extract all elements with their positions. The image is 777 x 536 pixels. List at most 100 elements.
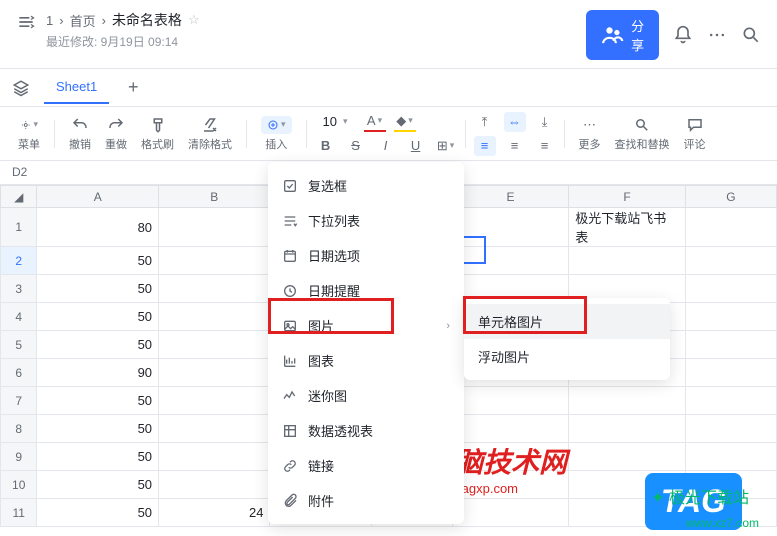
floating-image-option[interactable]: 浮动图片 bbox=[464, 339, 670, 374]
search-icon[interactable] bbox=[741, 25, 761, 45]
crumb-item[interactable]: 1 bbox=[46, 13, 53, 28]
share-button[interactable]: 分享 bbox=[586, 10, 659, 60]
cell[interactable] bbox=[685, 303, 776, 331]
cell[interactable] bbox=[159, 331, 270, 359]
cell[interactable] bbox=[685, 499, 776, 527]
cell[interactable]: 50 bbox=[37, 387, 159, 415]
cell[interactable] bbox=[159, 387, 270, 415]
row-header[interactable]: 6 bbox=[1, 359, 37, 387]
cell[interactable] bbox=[685, 331, 776, 359]
hamburger-icon[interactable] bbox=[16, 12, 36, 32]
insert-date-option[interactable]: 日期选项 bbox=[268, 238, 464, 273]
row-header[interactable]: 9 bbox=[1, 443, 37, 471]
font-color-button[interactable]: A▾ bbox=[364, 112, 386, 132]
align-center-button[interactable]: ≡ bbox=[504, 136, 526, 156]
cell[interactable] bbox=[685, 275, 776, 303]
cell[interactable]: 80 bbox=[37, 208, 159, 247]
cell[interactable] bbox=[685, 247, 776, 275]
row-header[interactable]: 8 bbox=[1, 415, 37, 443]
col-header[interactable]: B bbox=[159, 186, 270, 208]
cell[interactable] bbox=[452, 443, 569, 471]
select-all-corner[interactable]: ◢ bbox=[1, 186, 37, 208]
cell[interactable] bbox=[159, 471, 270, 499]
row-header[interactable]: 11 bbox=[1, 499, 37, 527]
valign-middle-button[interactable]: ⇔ bbox=[504, 112, 526, 132]
cell[interactable] bbox=[159, 415, 270, 443]
fill-color-button[interactable]: ◆▾ bbox=[394, 112, 416, 132]
cell[interactable] bbox=[685, 208, 776, 247]
insert-dropdown-list[interactable]: 下拉列表 bbox=[268, 203, 464, 238]
cell[interactable]: 极光下载站飞书表 bbox=[569, 208, 686, 247]
cell[interactable]: 50 bbox=[37, 471, 159, 499]
comments-button[interactable]: 评论 bbox=[678, 116, 712, 152]
cell[interactable] bbox=[569, 387, 686, 415]
bell-icon[interactable] bbox=[673, 25, 693, 45]
col-header[interactable]: A bbox=[37, 186, 159, 208]
cell[interactable]: 50 bbox=[37, 443, 159, 471]
breadcrumb[interactable]: 1 › 首页 › 未命名表格 ☆ bbox=[46, 10, 586, 30]
cell[interactable]: 50 bbox=[37, 247, 159, 275]
cell[interactable]: 50 bbox=[37, 415, 159, 443]
more-button[interactable]: ⋯ 更多 bbox=[573, 116, 607, 152]
cell[interactable] bbox=[685, 415, 776, 443]
cell[interactable] bbox=[452, 415, 569, 443]
valign-bottom-button[interactable]: ⤓ bbox=[534, 112, 556, 132]
border-button[interactable]: ⊞▾ bbox=[435, 136, 457, 156]
cell[interactable] bbox=[569, 247, 686, 275]
layers-icon[interactable] bbox=[12, 79, 30, 97]
italic-button[interactable]: I bbox=[375, 136, 397, 156]
col-header[interactable]: F bbox=[569, 186, 686, 208]
row-header[interactable]: 3 bbox=[1, 275, 37, 303]
cell[interactable] bbox=[159, 247, 270, 275]
underline-button[interactable]: U bbox=[405, 136, 427, 156]
cell[interactable]: 50 bbox=[37, 275, 159, 303]
cell[interactable] bbox=[685, 359, 776, 387]
cell[interactable] bbox=[159, 443, 270, 471]
star-icon[interactable]: ☆ bbox=[188, 12, 200, 28]
insert-sparkline[interactable]: 迷你图 bbox=[268, 378, 464, 413]
cell[interactable]: 50 bbox=[37, 499, 159, 527]
cell-image-option[interactable]: 单元格图片 bbox=[464, 304, 670, 339]
strike-button[interactable]: S bbox=[345, 136, 367, 156]
row-header[interactable]: 1 bbox=[1, 208, 37, 247]
add-sheet-button[interactable]: + bbox=[121, 76, 145, 100]
cell[interactable] bbox=[159, 208, 270, 247]
row-header[interactable]: 10 bbox=[1, 471, 37, 499]
sheet-tab[interactable]: Sheet1 bbox=[44, 71, 109, 104]
align-left-button[interactable]: ≡ bbox=[474, 136, 496, 156]
clear-format-button[interactable]: 清除格式 bbox=[182, 116, 238, 152]
cell[interactable] bbox=[685, 387, 776, 415]
insert-checkbox[interactable]: 复选框 bbox=[268, 168, 464, 203]
cell[interactable]: 90 bbox=[37, 359, 159, 387]
font-size-select[interactable]: 10▾ bbox=[315, 112, 356, 132]
cell[interactable] bbox=[159, 303, 270, 331]
cell[interactable] bbox=[569, 443, 686, 471]
cell[interactable] bbox=[569, 499, 686, 527]
find-replace-button[interactable]: 查找和替换 bbox=[609, 116, 676, 152]
cell[interactable] bbox=[452, 499, 569, 527]
row-header[interactable]: 7 bbox=[1, 387, 37, 415]
insert-button[interactable]: ▾ 插入 bbox=[255, 116, 298, 152]
more-icon[interactable] bbox=[707, 25, 727, 45]
cell[interactable] bbox=[685, 443, 776, 471]
undo-button[interactable]: 撤销 bbox=[63, 116, 97, 152]
bold-button[interactable]: B bbox=[315, 136, 337, 156]
format-painter-button[interactable]: 格式刷 bbox=[135, 116, 180, 152]
redo-button[interactable]: 重做 bbox=[99, 116, 133, 152]
doc-title[interactable]: 未命名表格 bbox=[112, 10, 182, 30]
valign-top-button[interactable]: ⤒ bbox=[474, 112, 496, 132]
cell[interactable] bbox=[685, 471, 776, 499]
col-header[interactable]: E bbox=[452, 186, 569, 208]
cell[interactable] bbox=[569, 415, 686, 443]
row-header[interactable]: 4 bbox=[1, 303, 37, 331]
insert-chart[interactable]: 图表 bbox=[268, 343, 464, 378]
insert-attachment[interactable]: 附件 bbox=[268, 483, 464, 518]
cell[interactable]: 24 bbox=[159, 499, 270, 527]
cell[interactable]: 50 bbox=[37, 331, 159, 359]
insert-pivot-table[interactable]: 数据透视表 bbox=[268, 413, 464, 448]
cell[interactable] bbox=[452, 471, 569, 499]
cell[interactable] bbox=[452, 387, 569, 415]
row-header[interactable]: 2 bbox=[1, 247, 37, 275]
insert-link[interactable]: 链接 bbox=[268, 448, 464, 483]
menu-button[interactable]: ▾ 菜单 bbox=[12, 116, 46, 152]
